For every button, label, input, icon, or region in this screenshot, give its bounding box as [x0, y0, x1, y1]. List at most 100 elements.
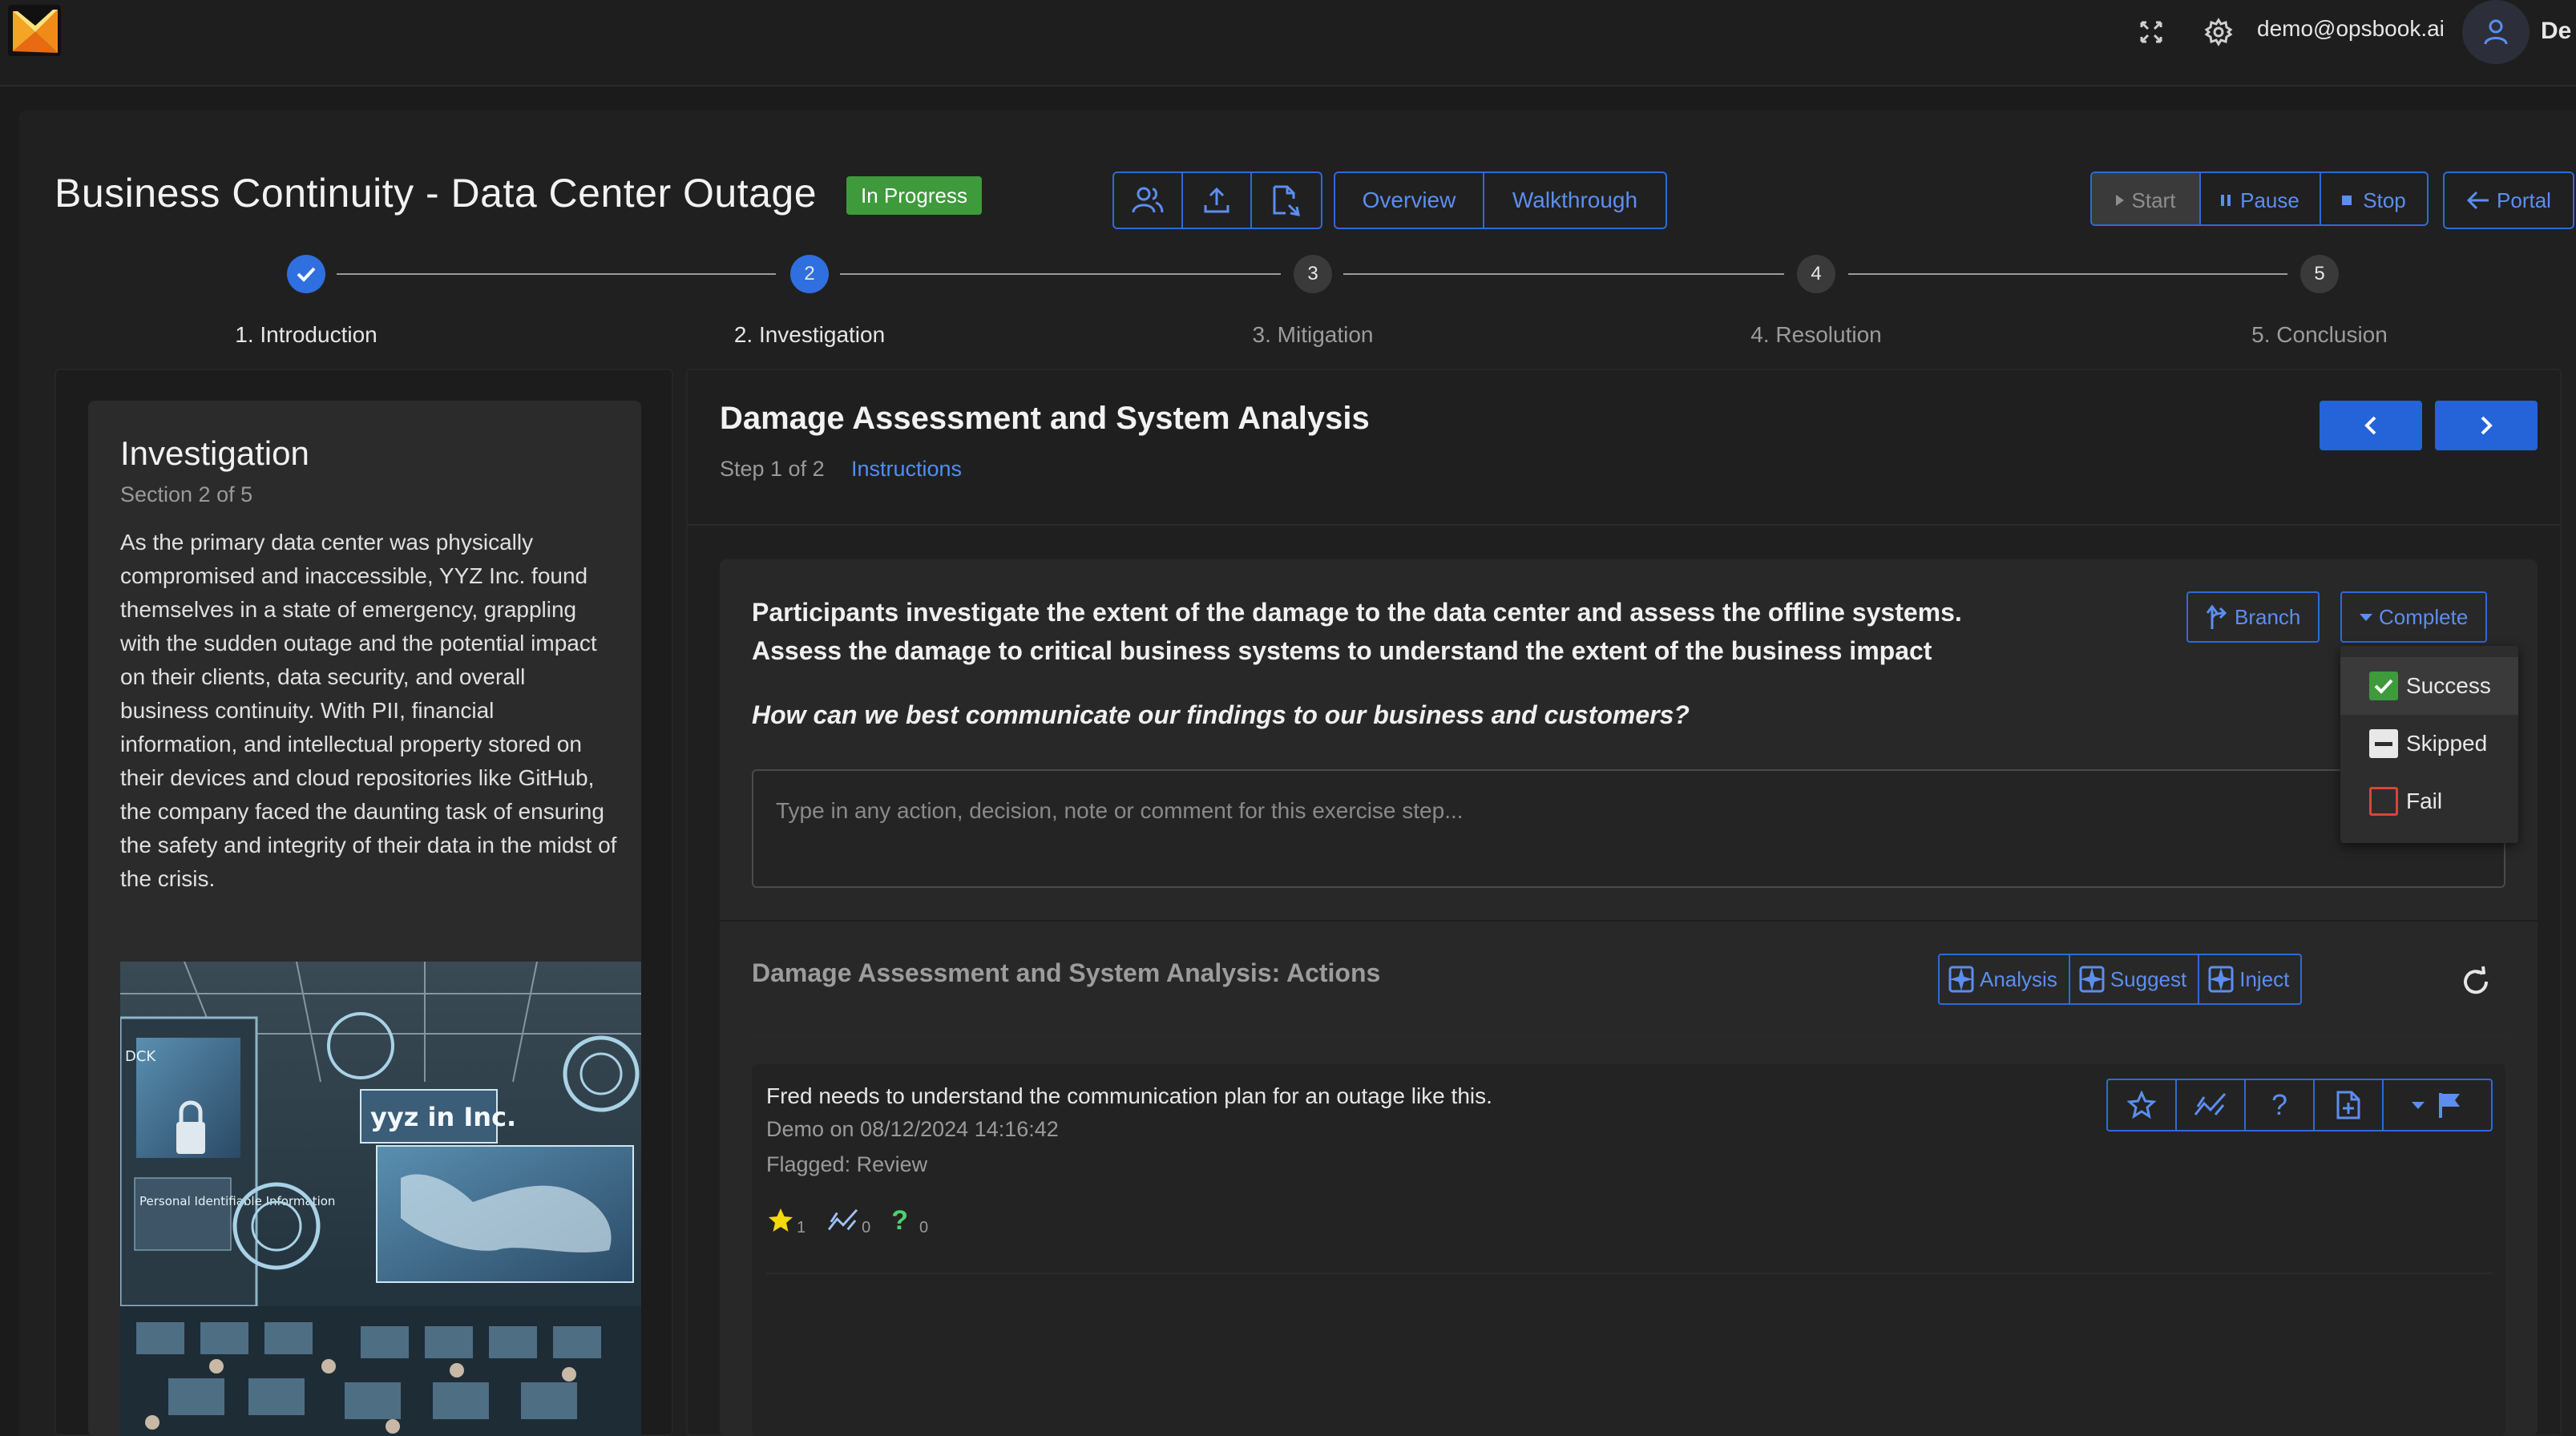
add-document-button[interactable] [2315, 1080, 2384, 1130]
stop-button[interactable]: Stop [2321, 173, 2427, 224]
step-1-circle[interactable] [287, 255, 325, 293]
action-flag-status: Flagged: Review [766, 1152, 928, 1176]
exercise-title: Business Continuity - Data Center Outage [55, 171, 818, 216]
upload-icon [1204, 187, 1229, 213]
image-caption-banner: yyz in Inc. [370, 1102, 516, 1132]
question-count[interactable]: ? 0 [891, 1205, 929, 1236]
step-4-label[interactable]: 4. Resolution [1750, 322, 1881, 348]
status-badge: In Progress [846, 176, 982, 215]
pause-button[interactable]: Pause [2201, 173, 2321, 224]
branch-label: Branch [2235, 604, 2301, 629]
action-meta: Demo on 08/12/2024 14:16:42 [766, 1117, 1059, 1141]
question-count-value: 0 [919, 1219, 929, 1236]
section-description: As the primary data center was physicall… [120, 530, 617, 891]
complete-label: Complete [2379, 604, 2469, 629]
trend-count-value: 0 [862, 1219, 871, 1236]
step-4-circle[interactable]: 4 [1797, 255, 1835, 293]
trend-count[interactable]: 0 [826, 1207, 871, 1236]
action-toolbar: ? [2106, 1079, 2493, 1131]
star-filled-icon [769, 1208, 793, 1232]
pause-label: Pause [2240, 188, 2299, 212]
tab-walkthrough[interactable]: Walkthrough [1484, 173, 1666, 228]
complete-option-fail[interactable]: Fail [2340, 772, 2518, 830]
chevron-right-icon [2481, 416, 2493, 435]
next-step-button[interactable] [2435, 401, 2538, 450]
step-5-label[interactable]: 5. Conclusion [2251, 322, 2388, 348]
step-3-label[interactable]: 3. Mitigation [1253, 322, 1374, 348]
play-icon [2115, 195, 2124, 206]
complete-option-skipped[interactable]: Skipped [2340, 715, 2518, 772]
ai-toolbar: Analysis Suggest Inject [1938, 954, 2303, 1005]
user-avatar[interactable] [2462, 0, 2530, 64]
fail-label: Fail [2406, 789, 2443, 813]
trend-button[interactable] [2177, 1080, 2246, 1130]
settings-icon[interactable] [2204, 18, 2233, 50]
image-caption-dck: DCK [125, 1048, 156, 1065]
analysis-button[interactable]: Analysis [1940, 955, 2070, 1003]
trend-icon [2194, 1092, 2227, 1115]
user-name[interactable]: De [2541, 18, 2571, 45]
stop-icon [2342, 196, 2352, 205]
action-reactions: 1 0 ? 0 [766, 1205, 929, 1236]
actions-title: Damage Assessment and System Analysis: A… [752, 958, 1381, 987]
start-label: Start [2131, 188, 2176, 212]
step-title: Damage Assessment and System Analysis [720, 401, 1370, 436]
stop-label: Stop [2363, 188, 2406, 212]
question-button[interactable]: ? [2246, 1080, 2315, 1130]
step-1-label[interactable]: 1. Introduction [235, 322, 377, 348]
app-logo[interactable] [6, 3, 64, 58]
star-button[interactable] [2108, 1080, 2177, 1130]
ai-sparkle-icon [2079, 966, 2105, 993]
complete-dropdown-button[interactable]: Complete [2340, 591, 2488, 643]
participants-button[interactable] [1114, 173, 1183, 228]
suggest-button[interactable]: Suggest [2070, 955, 2200, 1003]
skipped-label: Skipped [2406, 731, 2488, 756]
star-count[interactable]: 1 [766, 1207, 806, 1236]
flag-menu-button[interactable] [2384, 1080, 2491, 1130]
step-5-circle[interactable]: 5 [2300, 255, 2339, 293]
upload-button[interactable] [1183, 173, 1252, 228]
trend-icon [828, 1208, 858, 1231]
section-subtitle: Section 2 of 5 [120, 482, 253, 506]
task-question: How can we best communicate our findings… [752, 700, 1690, 729]
exercise-toolbar [1112, 171, 1322, 229]
complete-dropdown-menu: Success Skipped Fail [2340, 646, 2518, 843]
star-icon [2127, 1091, 2156, 1119]
branch-icon [2206, 604, 2227, 629]
fail-checkbox-icon [2369, 787, 2398, 816]
caret-down-icon [2360, 613, 2372, 621]
step-2-circle[interactable]: 2 [790, 255, 829, 293]
previous-step-button[interactable] [2320, 401, 2422, 450]
inject-label: Inject [2239, 966, 2290, 991]
top-bar: demo@opsbook.ai De [0, 0, 2576, 87]
portal-label: Portal [2497, 188, 2551, 212]
start-button[interactable]: Start [2092, 173, 2201, 224]
view-tabs: Overview Walkthrough [1334, 171, 1667, 229]
refresh-icon[interactable] [2459, 965, 2493, 1002]
branch-button[interactable]: Branch [2186, 591, 2320, 643]
inject-button[interactable]: Inject [2199, 955, 2300, 1003]
action-text: Fred needs to understand the communicati… [766, 1083, 1492, 1108]
step-counter: Step 1 of 2 [720, 457, 825, 481]
stepper-connector [337, 273, 776, 275]
header-divider [688, 524, 2560, 526]
analysis-label: Analysis [1980, 966, 2057, 991]
pause-icon [2221, 195, 2231, 206]
fullscreen-icon[interactable] [2138, 19, 2164, 49]
data-center-illustration: Personal Identifiable Information DCK yy… [120, 962, 641, 1436]
tab-overview[interactable]: Overview [1335, 173, 1484, 228]
export-report-button[interactable] [1252, 173, 1321, 228]
question-icon: ? [2271, 1088, 2288, 1121]
action-input[interactable]: Type in any action, decision, note or co… [752, 769, 2505, 888]
portal-button-inner[interactable]: Portal [2445, 173, 2573, 228]
complete-option-success[interactable]: Success [2340, 657, 2518, 715]
step-3-circle[interactable]: 3 [1294, 255, 1332, 293]
flag-icon [2439, 1093, 2460, 1118]
stepper-connector [840, 273, 1281, 275]
step-2-label[interactable]: 2. Investigation [734, 322, 885, 348]
portal-button[interactable]: Portal [2443, 171, 2574, 229]
instructions-link[interactable]: Instructions [851, 457, 962, 482]
document-plus-icon [2336, 1091, 2360, 1119]
question-icon: ? [891, 1205, 909, 1236]
exercise-controls: Start Pause Stop [2090, 171, 2429, 226]
